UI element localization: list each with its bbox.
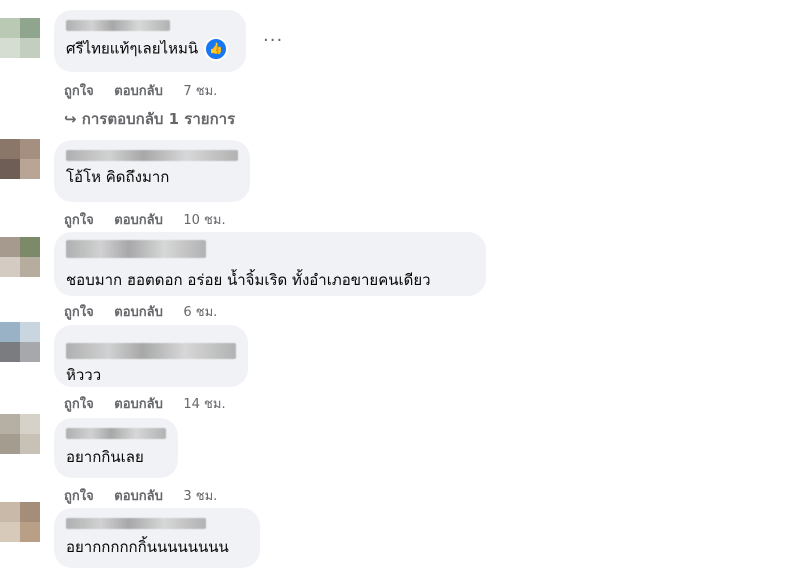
comment-actions: ถูกใจ ตอบกลับ 3 ชม. [64,485,233,506]
comment-text: โอ้โห คิดถึงมาก [66,168,170,186]
avatar[interactable] [0,322,40,362]
comment-actions: ถูกใจ ตอบกลับ 14 ชม. [64,393,242,414]
comment-text: อยากกินเลย [66,448,144,466]
more-options-icon[interactable]: ··· [263,30,283,51]
comment-bubble: โอ้โห คิดถึงมาก [54,140,250,202]
timestamp[interactable]: 7 ชม. [183,84,217,99]
like-button[interactable]: ถูกใจ [64,489,94,504]
comment-bubble: หิววว [54,325,248,387]
comment-text: หิววว [66,366,102,384]
avatar[interactable] [0,414,40,454]
like-button[interactable]: ถูกใจ [64,213,94,228]
reply-button[interactable]: ตอบกลับ [114,489,163,504]
commenter-name[interactable] [66,240,206,258]
comment-bubble: อยากกกกกกิ้นนนนนนนน [54,508,260,568]
like-button[interactable]: ถูกใจ [64,397,94,412]
comment-text: อยากกกกกกิ้นนนนนนนน [66,538,229,556]
commenter-name[interactable] [66,343,236,359]
commenter-name[interactable] [66,20,170,31]
timestamp[interactable]: 14 ชม. [183,397,225,412]
commenter-name[interactable] [66,428,166,439]
timestamp[interactable]: 6 ชม. [183,305,217,320]
reply-button[interactable]: ตอบกลับ [114,213,163,228]
like-icon: 👍 [204,37,229,61]
comment-text: ชอบมาก ฮอตดอก อร่อย น้ำจิ้มเริด ทั้งอำเภ… [66,271,431,289]
reply-button[interactable]: ตอบกลับ [114,397,163,412]
comment-bubble: อยากกินเลย [54,418,178,478]
comment-text: ศรีไทยแท้ๆเลยไหมนิ [66,39,199,58]
comment-actions: ถูกใจ ตอบกลับ 6 ชม. [64,301,233,322]
reply-button[interactable]: ตอบกลับ [114,305,163,320]
commenter-name[interactable] [66,150,238,161]
avatar[interactable] [0,502,40,542]
comment-bubble: ศรีไทยแท้ๆเลยไหมนิ 👍 [54,10,246,72]
comment-bubble: ชอบมาก ฮอตดอก อร่อย น้ำจิ้มเริด ทั้งอำเภ… [54,232,486,296]
timestamp[interactable]: 3 ชม. [183,489,217,504]
like-button[interactable]: ถูกใจ [64,305,94,320]
avatar[interactable] [0,139,40,179]
avatar[interactable] [0,18,40,58]
avatar[interactable] [0,237,40,277]
comment-actions: ถูกใจ ตอบกลับ 7 ชม. [64,80,233,101]
commenter-name[interactable] [66,518,206,529]
view-replies-link[interactable]: ↪ การตอบกลับ 1 รายการ [64,107,235,131]
timestamp[interactable]: 10 ชม. [183,213,225,228]
reply-button[interactable]: ตอบกลับ [114,84,163,99]
comment-actions: ถูกใจ ตอบกลับ 10 ชม. [64,209,242,230]
like-button[interactable]: ถูกใจ [64,84,94,99]
